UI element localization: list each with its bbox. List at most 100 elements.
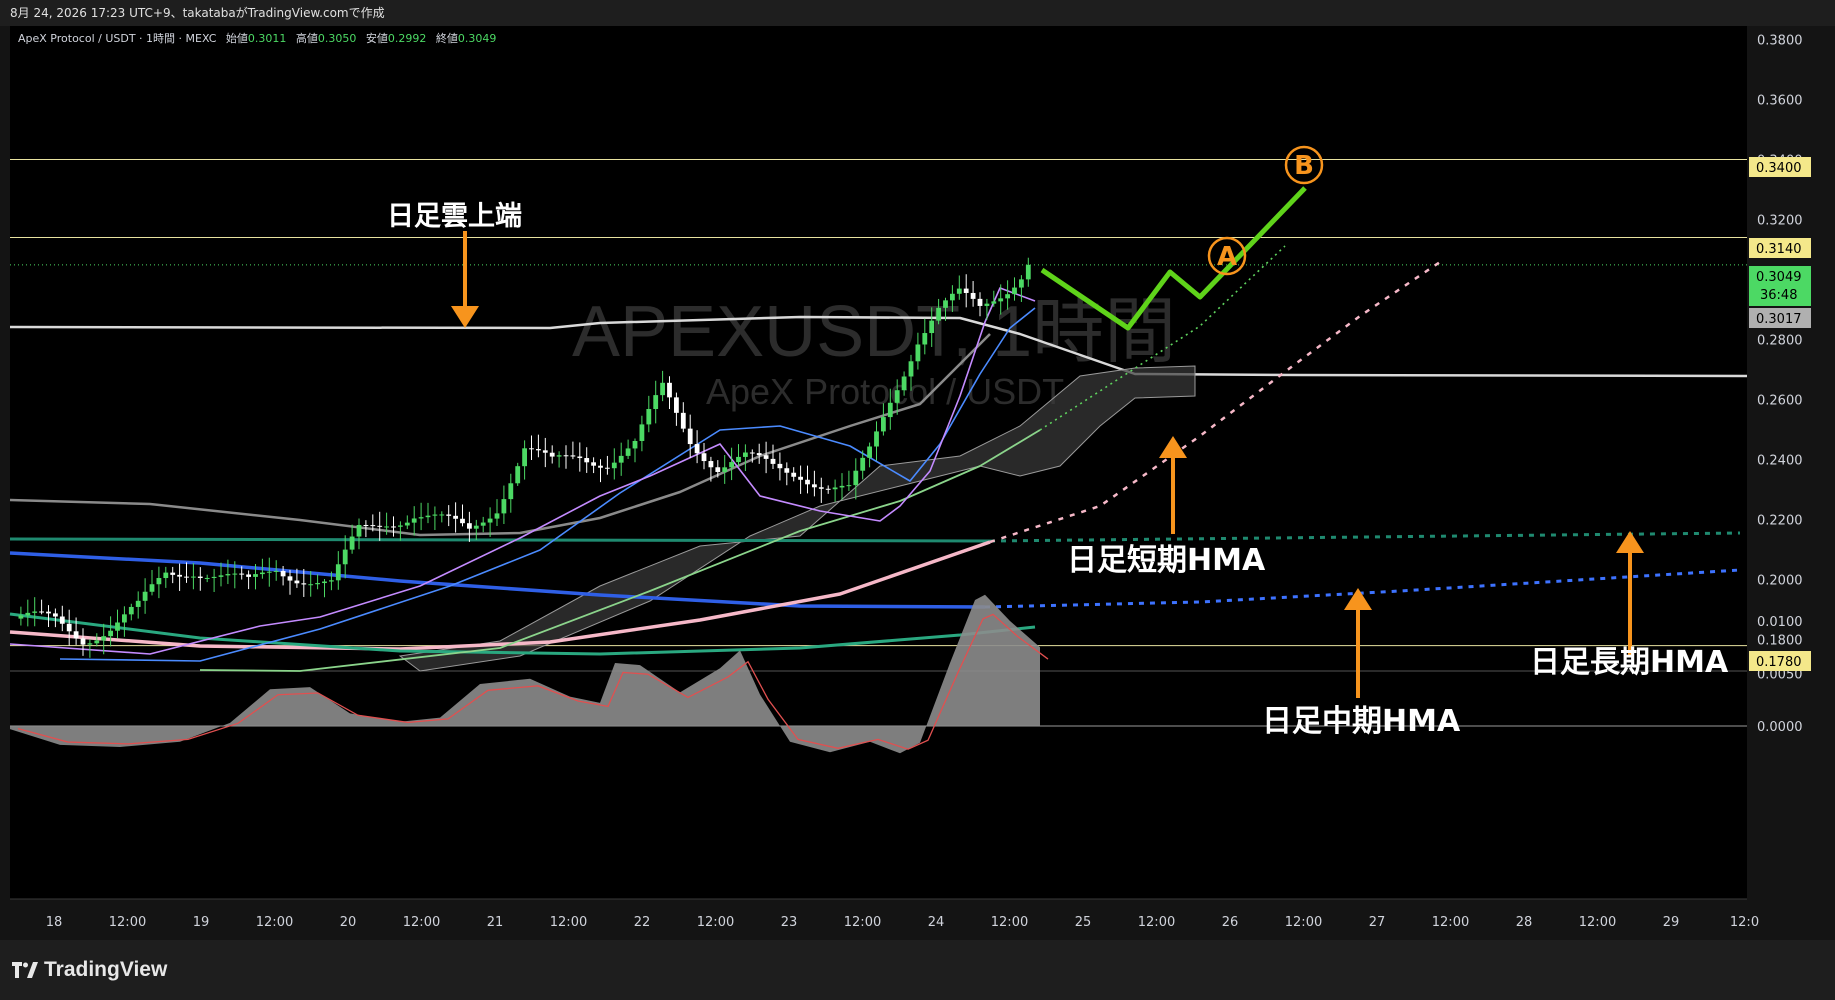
candle-down — [287, 576, 293, 581]
candle-down — [970, 292, 976, 299]
candle-down — [66, 623, 72, 632]
candle-down — [529, 448, 534, 450]
candle-down — [73, 631, 79, 639]
candle-down — [467, 523, 472, 529]
candle-down — [184, 576, 189, 578]
candle-down — [749, 452, 755, 454]
x-tick-label: 29 — [1663, 915, 1680, 930]
candle-up — [404, 522, 410, 526]
candle-up — [480, 522, 486, 526]
candle-down — [363, 525, 369, 527]
candle-up — [956, 288, 962, 294]
legend-close-value: 0.3049 — [458, 32, 497, 45]
candle-down — [46, 611, 51, 614]
candle-down — [763, 455, 769, 459]
candle-up — [943, 300, 948, 308]
x-tick-label: 23 — [781, 915, 798, 930]
candle-down — [177, 574, 182, 577]
svg-text:0.3400: 0.3400 — [1756, 161, 1802, 176]
candle-up — [881, 417, 886, 432]
candle-up — [122, 614, 127, 623]
candle-up — [211, 576, 217, 578]
candle-up — [329, 580, 334, 582]
candle-up — [25, 612, 31, 616]
svg-text:0.3140: 0.3140 — [1756, 242, 1802, 257]
candle-up — [356, 525, 362, 537]
label-cloud-top: 日足雲上端 — [387, 201, 522, 232]
y-tick-label: 0.2400 — [1757, 454, 1803, 469]
x-tick-label: 12:00 — [1579, 915, 1616, 930]
price-chart[interactable]: APEXUSDT, 1時間 ApeX Protocol / USDT ApeX … — [0, 26, 1835, 940]
candle-down — [563, 455, 569, 457]
candle-up — [743, 452, 748, 457]
candle-up — [494, 513, 500, 519]
legend-low-label: 安値 — [366, 31, 388, 45]
candle-down — [798, 476, 803, 480]
x-tick-label: 12:00 — [1432, 915, 1469, 930]
price-tag-prev: 0.3017 — [1749, 308, 1811, 328]
candle-up — [908, 361, 914, 377]
osc-tick-label: 0.0100 — [1757, 615, 1803, 630]
y-tick-label: 0.1800 — [1757, 634, 1803, 649]
candle-down — [549, 452, 555, 457]
candle-down — [674, 397, 679, 413]
price-tag-0178: 0.1780 — [1749, 651, 1811, 671]
candle-up — [1025, 264, 1031, 280]
candle-down — [80, 638, 86, 645]
countdown: 36:48 — [1760, 288, 1797, 303]
candle-up — [191, 576, 196, 578]
candle-up — [625, 448, 631, 456]
candle-up — [646, 409, 652, 425]
candle-up — [308, 584, 314, 586]
candle-up — [867, 446, 872, 458]
x-tick-label: 26 — [1222, 915, 1239, 930]
candle-up — [163, 572, 169, 579]
candle-down — [805, 479, 810, 485]
candle-down — [598, 465, 603, 468]
candle-up — [18, 615, 24, 619]
price-tag-last: 0.3049 36:48 — [1749, 266, 1811, 306]
candle-up — [349, 536, 355, 550]
tradingview-logo-icon — [12, 962, 38, 978]
legend-low-value: 0.2992 — [388, 32, 427, 45]
candle-down — [446, 514, 452, 516]
last-price: 0.3049 — [1756, 270, 1802, 285]
candle-down — [825, 488, 831, 490]
tradingview-logo[interactable]: TradingView — [12, 958, 167, 982]
x-tick-label: 12:00 — [1138, 915, 1175, 930]
candle-down — [715, 467, 721, 472]
candle-up — [398, 525, 403, 527]
candle-up — [853, 470, 859, 486]
candle-up — [156, 578, 162, 585]
candle-down — [687, 428, 693, 445]
candle-up — [846, 485, 852, 487]
candle-up — [887, 402, 893, 418]
candle-down — [577, 456, 583, 459]
candle-down — [239, 573, 245, 575]
candle-up — [984, 303, 990, 306]
candle-down — [784, 468, 790, 473]
watermark-name: ApeX Protocol / USDT — [706, 371, 1064, 412]
candle-down — [453, 515, 458, 519]
candle-up — [722, 467, 728, 472]
point-b-marker-text: B — [1294, 151, 1314, 181]
x-tick-label: 12:00 — [109, 915, 146, 930]
candle-down — [280, 570, 286, 577]
x-tick-label: 12:00 — [697, 915, 734, 930]
x-tick-label: 28 — [1516, 915, 1533, 930]
candle-down — [701, 453, 707, 462]
candle-up — [508, 483, 514, 500]
candle-down — [53, 613, 58, 617]
bottom-bar: TradingView — [0, 940, 1835, 1000]
candle-down — [391, 526, 396, 528]
candle-up — [411, 518, 417, 523]
candle-up — [894, 390, 900, 403]
candle-up — [874, 431, 879, 447]
x-tick-label: 27 — [1369, 915, 1386, 930]
svg-text:0.3017: 0.3017 — [1756, 312, 1802, 327]
candle-up — [101, 636, 107, 641]
candle-down — [584, 458, 590, 463]
candle-up — [108, 630, 113, 637]
candle-down — [791, 472, 797, 477]
chart-caption: 8月 24, 2026 17:23 UTC+9、takatabaがTrading… — [0, 0, 1835, 26]
